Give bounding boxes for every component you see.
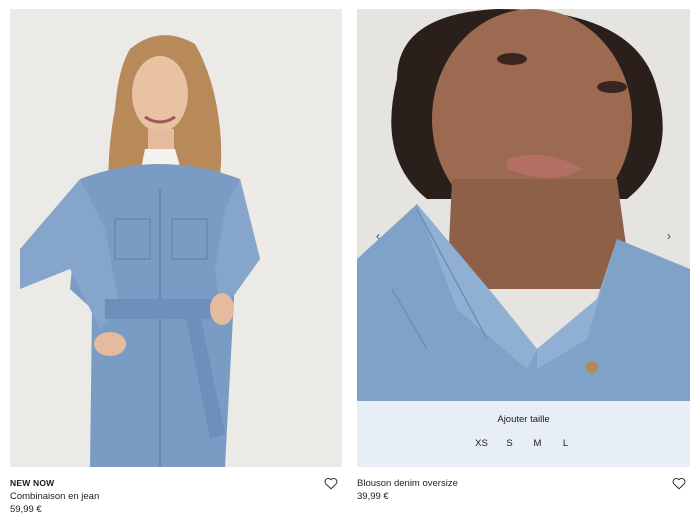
size-options: XS S M L bbox=[357, 438, 690, 449]
product-price: 59,99 € bbox=[10, 504, 42, 515]
heart-icon[interactable] bbox=[324, 477, 338, 490]
product-card-blouson[interactable]: ‹ › Ajouter taille XS S M L Blouson deni… bbox=[357, 9, 690, 503]
jacket-photo bbox=[357, 9, 690, 467]
carousel-prev-icon[interactable]: ‹ bbox=[371, 227, 385, 245]
product-info: Blouson denim oversize 39,99 € bbox=[357, 467, 690, 503]
size-option-s[interactable]: S bbox=[496, 438, 524, 449]
add-size-button[interactable]: Ajouter taille bbox=[357, 414, 690, 425]
product-name[interactable]: Blouson denim oversize bbox=[357, 477, 690, 490]
jumpsuit-photo bbox=[10, 9, 342, 467]
product-info: NEW NOW Combinaison en jean 59,99 € bbox=[10, 467, 342, 516]
product-price: 39,99 € bbox=[357, 491, 389, 502]
carousel-next-icon[interactable]: › bbox=[662, 227, 676, 245]
heart-icon[interactable] bbox=[672, 477, 686, 490]
product-name[interactable]: Combinaison en jean bbox=[10, 490, 342, 503]
product-image-model-denim-jumpsuit[interactable] bbox=[10, 9, 342, 467]
size-option-l[interactable]: L bbox=[552, 438, 580, 449]
product-card-combinaison[interactable]: NEW NOW Combinaison en jean 59,99 € bbox=[10, 9, 342, 516]
add-size-panel: Ajouter taille XS S M L bbox=[357, 401, 690, 467]
size-option-xs[interactable]: XS bbox=[468, 438, 496, 449]
product-badge: NEW NOW bbox=[10, 478, 55, 488]
product-image-model-denim-jacket[interactable]: ‹ › Ajouter taille XS S M L bbox=[357, 9, 690, 467]
size-option-m[interactable]: M bbox=[524, 438, 552, 449]
